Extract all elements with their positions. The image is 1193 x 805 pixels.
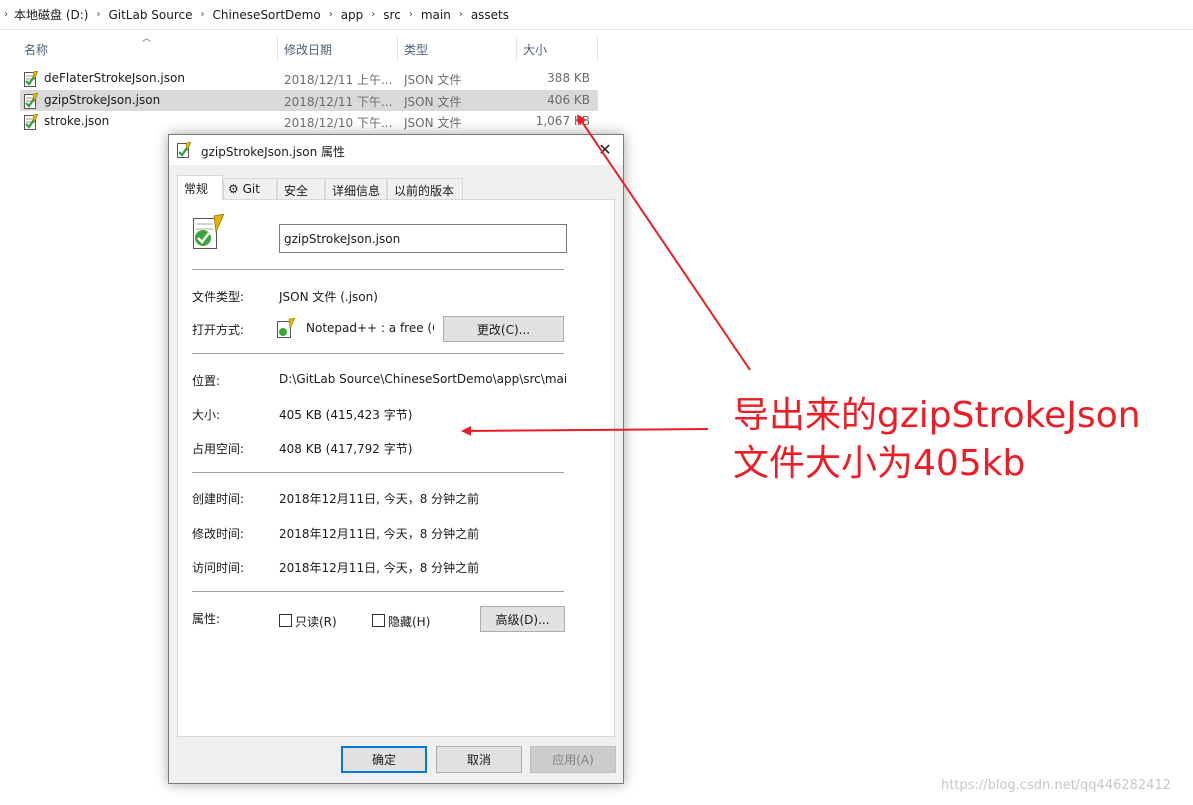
file-type-label: 文件类型:: [192, 290, 245, 304]
git-gear-icon: ⚙: [228, 182, 239, 196]
breadcrumb-item-project[interactable]: ChineseSortDemo: [213, 8, 321, 22]
tab-details[interactable]: 详细信息: [325, 178, 387, 199]
column-divider[interactable]: [597, 36, 598, 62]
notepad-file-icon: [177, 142, 192, 158]
column-divider[interactable]: [277, 36, 278, 62]
chevron-right-icon[interactable]: ›: [96, 9, 100, 20]
accessed-label: 访问时间:: [192, 561, 245, 575]
close-icon[interactable]: ✕: [595, 140, 615, 160]
created-label: 创建时间:: [192, 492, 245, 506]
annotation-line: 导出来的gzipStrokeJson: [733, 395, 1141, 436]
file-row[interactable]: stroke.json 2018/12/10 下午... JSON 文件 1,0…: [20, 111, 598, 132]
breadcrumb-item-drive[interactable]: 本地磁盘 (D:): [14, 6, 88, 23]
watermark: https://blog.csdn.net/qq446282412: [941, 778, 1172, 793]
open-with-value: Notepad++ : a free (G: [306, 321, 434, 335]
chevron-right-icon[interactable]: ›: [371, 9, 375, 20]
size-on-disk-label: 占用空间:: [192, 442, 245, 456]
chevron-right-icon[interactable]: ›: [201, 9, 205, 20]
file-size: 406 KB: [547, 93, 590, 107]
breadcrumb-item-gitlab[interactable]: GitLab Source: [108, 8, 192, 22]
column-header-size[interactable]: 大小: [523, 36, 547, 62]
file-type: JSON 文件: [404, 95, 462, 109]
properties-dialog: gzipStrokeJson.json 属性 ✕ 常规 ⚙ Git 安全 详细信…: [168, 134, 624, 784]
size-label: 大小:: [192, 408, 221, 422]
file-row[interactable]: deFlaterStrokeJson.json 2018/12/11 上午...…: [20, 68, 598, 89]
column-header-date[interactable]: 修改日期: [284, 36, 332, 62]
location-label: 位置:: [192, 374, 221, 388]
chevron-right-icon[interactable]: ›: [329, 9, 333, 20]
chevron-right-icon[interactable]: ›: [459, 9, 463, 20]
breadcrumb-item-app[interactable]: app: [341, 8, 364, 22]
file-name[interactable]: gzipStrokeJson.json: [44, 93, 274, 107]
sort-ascending-icon: ︿: [142, 34, 152, 44]
file-type-value: JSON 文件 (.json): [279, 290, 378, 304]
advanced-button[interactable]: 高级(D)...: [480, 606, 565, 632]
file-date: 2018/12/11 下午...: [284, 95, 393, 109]
file-name[interactable]: deFlaterStrokeJson.json: [44, 71, 274, 85]
file-name-field[interactable]: [279, 224, 567, 253]
modified-value: 2018年12月11日, 今天，8 分钟之前: [279, 527, 480, 541]
modified-label: 修改时间:: [192, 527, 245, 541]
tab-security[interactable]: 安全: [277, 178, 325, 199]
notepad-file-icon: [24, 71, 39, 87]
attributes-label: 属性:: [192, 612, 221, 626]
file-row[interactable]: gzipStrokeJson.json 2018/12/11 下午... JSO…: [20, 90, 598, 111]
file-name[interactable]: stroke.json: [44, 114, 274, 128]
apply-button[interactable]: 应用(A): [530, 746, 616, 773]
location-value: D:\GitLab Source\ChineseSortDemo\app\src…: [279, 372, 566, 386]
created-value: 2018年12月11日, 今天，8 分钟之前: [279, 492, 480, 506]
tab-git-label: Git: [242, 182, 260, 196]
separator: [192, 353, 564, 354]
tab-general[interactable]: 常规: [177, 175, 223, 200]
accessed-value: 2018年12月11日, 今天，8 分钟之前: [279, 561, 480, 575]
file-type: JSON 文件: [404, 73, 462, 87]
tab-previous-versions[interactable]: 以前的版本: [387, 178, 463, 199]
column-divider[interactable]: [397, 36, 398, 62]
notepad-file-icon: [24, 114, 39, 130]
ok-button[interactable]: 确定: [341, 746, 427, 773]
change-button[interactable]: 更改(C)...: [443, 316, 564, 342]
breadcrumb-item-main[interactable]: main: [421, 8, 451, 22]
breadcrumb-item-src[interactable]: src: [383, 8, 401, 22]
column-header-type[interactable]: 类型: [404, 36, 428, 62]
annotation-line: 文件大小为405kb: [733, 443, 1026, 484]
file-size: 1,067 KB: [535, 114, 590, 128]
cancel-button[interactable]: 取消: [436, 746, 522, 773]
column-divider[interactable]: [516, 36, 517, 62]
dialog-title: gzipStrokeJson.json 属性: [201, 145, 346, 159]
file-date: 2018/12/10 下午...: [284, 116, 393, 130]
hidden-checkbox[interactable]: [372, 614, 385, 627]
general-panel: 文件类型: JSON 文件 (.json) 打开方式: Notepad++ : …: [177, 199, 615, 737]
size-value: 405 KB (415,423 字节): [279, 408, 413, 422]
column-header-name[interactable]: 名称: [24, 36, 48, 62]
tab-git[interactable]: ⚙ Git: [223, 178, 277, 199]
notepad-file-icon: [24, 93, 39, 109]
annotation-text: 导出来的gzipStrokeJson 文件大小为405kb: [733, 392, 1173, 488]
notepad-plus-plus-icon: [277, 318, 296, 338]
readonly-label[interactable]: 只读(R): [295, 613, 337, 630]
notepad-file-icon: [193, 214, 225, 249]
hidden-label[interactable]: 隐藏(H): [388, 613, 430, 630]
chevron-right-icon[interactable]: ›: [409, 9, 413, 20]
readonly-checkbox[interactable]: [279, 614, 292, 627]
separator: [192, 472, 564, 473]
separator: [192, 591, 564, 592]
separator: [192, 269, 564, 270]
breadcrumb: › 本地磁盘 (D:) › GitLab Source › ChineseSor…: [0, 0, 1193, 30]
chevron-right-icon[interactable]: ›: [4, 9, 8, 20]
file-date: 2018/12/11 上午...: [284, 73, 393, 87]
breadcrumb-item-assets[interactable]: assets: [471, 8, 509, 22]
file-size: 388 KB: [547, 71, 590, 85]
open-with-label: 打开方式:: [192, 323, 245, 337]
size-on-disk-value: 408 KB (417,792 字节): [279, 442, 413, 456]
file-type: JSON 文件: [404, 116, 462, 130]
dialog-title-bar[interactable]: gzipStrokeJson.json 属性 ✕: [169, 135, 623, 165]
